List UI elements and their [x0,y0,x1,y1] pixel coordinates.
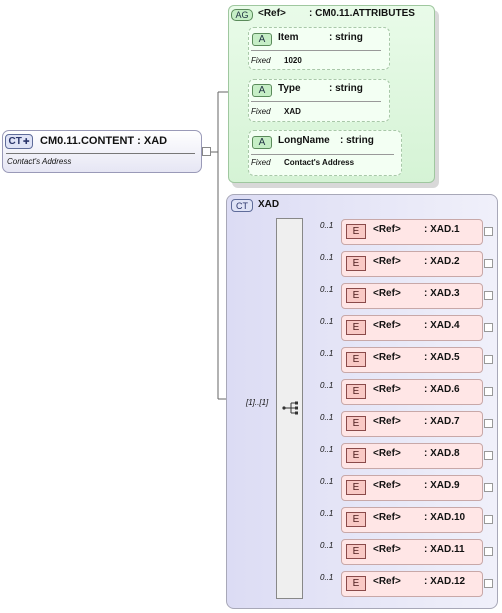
attribute-fixed-label: Fixed [251,56,271,65]
element-name: : XAD.4 [424,320,460,331]
element-ref: <Ref> [373,512,401,523]
element-name: : XAD.2 [424,256,460,267]
element-expand-toggle[interactable] [484,355,493,364]
complex-type-badge: CT [231,199,253,212]
attribute-name: Item [278,32,299,43]
element-name: : XAD.8 [424,448,460,459]
element-badge: E [346,448,366,463]
sequence-icon [282,401,298,415]
attribute-group-name: : CM0.11.ATTRIBUTES [309,8,415,19]
element-ref: <Ref> [373,384,401,395]
attribute-badge: A [252,84,272,97]
plus-icon: ✚ [22,137,30,146]
element-badge: E [346,224,366,239]
attribute-name: Type [278,83,301,94]
attribute-separator [251,154,394,155]
element-name: : XAD.6 [424,384,460,395]
element-expand-toggle[interactable] [484,419,493,428]
element-ref: <Ref> [373,320,401,331]
attribute-separator [251,101,381,102]
element-expand-toggle[interactable] [484,291,493,300]
attribute-fixed-value: XAD [284,107,301,116]
element-expand-toggle[interactable] [484,387,493,396]
element-badge: E [346,512,366,527]
attribute-type: : string [329,83,363,94]
element-ref: <Ref> [373,416,401,427]
element-cardinality: 0..1 [320,541,334,550]
attribute-fixed-label: Fixed [251,107,271,116]
element-name: : XAD.11 [424,544,465,555]
complex-type-name: XAD [258,199,280,210]
attribute-separator [251,50,381,51]
root-collapse-toggle[interactable] [202,147,211,156]
element-expand-toggle[interactable] [484,483,493,492]
attribute-type: : string [329,32,363,43]
root-separator [6,153,195,154]
element-expand-toggle[interactable] [484,515,493,524]
element-expand-toggle[interactable] [484,579,493,588]
element-expand-toggle[interactable] [484,451,493,460]
element-cardinality: 0..1 [320,221,334,230]
root-documentation: Contact's Address [7,157,72,166]
element-cardinality: 0..1 [320,285,334,294]
attribute-type: : string [340,135,374,146]
element-badge: E [346,320,366,335]
element-expand-toggle[interactable] [484,547,493,556]
element-cardinality: 0..1 [320,445,334,454]
element-badge: E [346,544,366,559]
element-name: : XAD.3 [424,288,460,299]
element-badge: E [346,416,366,431]
element-badge: E [346,480,366,495]
element-cardinality: 0..1 [320,477,334,486]
element-name: : XAD.7 [424,416,460,427]
element-name: : XAD.9 [424,480,460,491]
element-ref: <Ref> [373,288,401,299]
attribute-badge: A [252,136,272,149]
attribute-badge: A [252,33,272,46]
element-ref: <Ref> [373,576,401,587]
element-expand-toggle[interactable] [484,227,493,236]
element-cardinality: 0..1 [320,381,334,390]
sequence-cardinality: [1]..[1] [246,398,269,407]
element-cardinality: 0..1 [320,317,334,326]
root-element-name: CM0.11.CONTENT : XAD [40,135,168,147]
element-ref: <Ref> [373,448,401,459]
element-name: : XAD.5 [424,352,460,363]
attribute-group-badge: AG [231,9,253,21]
element-name: : XAD.1 [424,224,460,235]
element-ref: <Ref> [373,256,401,267]
attribute-fixed-label: Fixed [251,158,271,167]
element-ref: <Ref> [373,544,401,555]
element-cardinality: 0..1 [320,573,334,582]
element-ref: <Ref> [373,480,401,491]
root-complex-type-badge: CT ✚ [5,134,33,149]
attribute-fixed-value: 1020 [284,56,302,65]
element-name: : XAD.12 [424,576,466,587]
attribute-name: LongName [278,135,330,146]
element-ref: <Ref> [373,224,401,235]
element-cardinality: 0..1 [320,413,334,422]
element-ref: <Ref> [373,352,401,363]
attribute-group-ref: <Ref> [258,8,286,19]
element-badge: E [346,384,366,399]
element-cardinality: 0..1 [320,349,334,358]
element-badge: E [346,352,366,367]
element-badge: E [346,576,366,591]
attribute-fixed-value: Contact's Address [284,158,355,167]
element-badge: E [346,288,366,303]
element-name: : XAD.10 [424,512,466,523]
element-expand-toggle[interactable] [484,323,493,332]
element-cardinality: 0..1 [320,509,334,518]
element-cardinality: 0..1 [320,253,334,262]
element-badge: E [346,256,366,271]
element-expand-toggle[interactable] [484,259,493,268]
